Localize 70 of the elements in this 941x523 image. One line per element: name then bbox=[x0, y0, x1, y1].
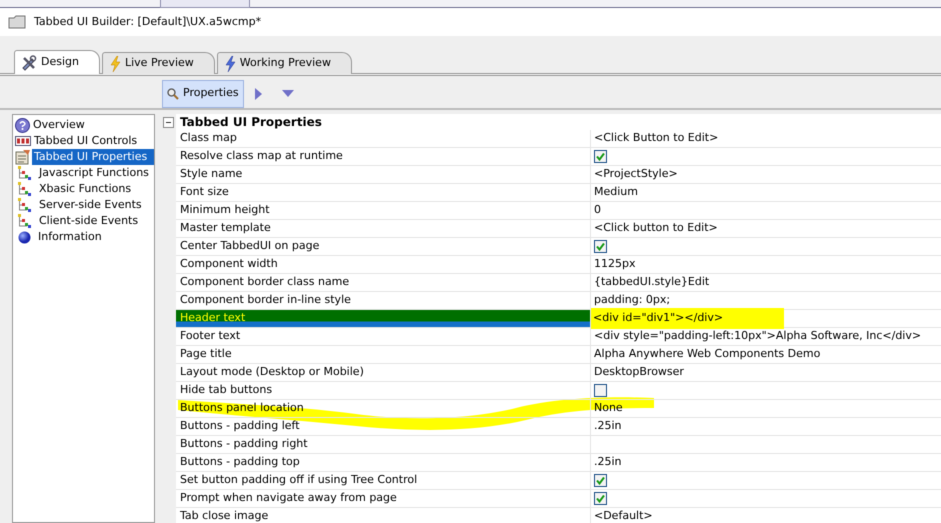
collapse-icon[interactable] bbox=[163, 117, 174, 128]
text-field-icon bbox=[15, 136, 31, 146]
property-name[interactable]: Style name bbox=[176, 166, 591, 184]
checkbox[interactable] bbox=[594, 492, 607, 505]
tree-icon bbox=[18, 182, 32, 196]
sidebar-item[interactable]: Tabbed UI Controls bbox=[32, 132, 140, 150]
property-name[interactable]: Master template bbox=[176, 220, 591, 238]
sidebar-item[interactable]: Server-side Events bbox=[37, 196, 144, 214]
property-value[interactable]: {tabbedUI.style}Edit bbox=[594, 274, 710, 291]
property-name[interactable]: Center TabbedUI on page bbox=[176, 238, 591, 256]
property-value[interactable]: .25in bbox=[594, 454, 622, 471]
sphere-icon bbox=[18, 230, 31, 244]
section-header: Tabbed UI Properties bbox=[179, 114, 322, 131]
highlighted-value[interactable]: <div id="div1"></div> bbox=[591, 308, 784, 329]
sidebar-item[interactable]: Overview bbox=[31, 116, 87, 134]
property-name[interactable]: Component border class name bbox=[176, 274, 591, 292]
property-value[interactable]: Medium bbox=[594, 184, 638, 201]
property-value[interactable]: <Default> bbox=[594, 508, 653, 523]
tab[interactable]: Live Preview bbox=[102, 52, 215, 74]
checkbox[interactable] bbox=[594, 150, 607, 163]
window-title: Tabbed UI Builder: [Default]\UX.a5wcmp* bbox=[34, 14, 262, 30]
property-name[interactable]: Header text bbox=[176, 310, 591, 328]
property-value[interactable]: 1125px bbox=[594, 256, 636, 273]
sidebar-item[interactable]: Information bbox=[36, 228, 104, 246]
lightning-icon bbox=[224, 56, 236, 72]
property-name[interactable]: Class map bbox=[176, 130, 591, 148]
property-name[interactable]: Tab close image bbox=[176, 508, 591, 523]
checkbox[interactable] bbox=[594, 240, 607, 253]
property-value[interactable]: DesktopBrowser bbox=[594, 364, 684, 381]
property-value[interactable]: 0 bbox=[594, 202, 601, 219]
tree-icon bbox=[18, 166, 32, 180]
folder-icon bbox=[8, 15, 26, 29]
lightning-icon bbox=[108, 56, 121, 72]
dropdown-icon[interactable] bbox=[282, 90, 294, 97]
help-icon bbox=[15, 118, 30, 132]
sidebar-item[interactable]: Client-side Events bbox=[37, 212, 140, 230]
sidebar-item[interactable]: Javascript Functions bbox=[37, 164, 151, 182]
property-name[interactable]: Footer text bbox=[176, 328, 591, 346]
tools-icon bbox=[21, 54, 37, 70]
property-name[interactable]: Set button padding off if using Tree Control bbox=[176, 472, 591, 490]
tab[interactable]: Working Preview bbox=[216, 52, 352, 74]
property-value[interactable]: padding: 0px; bbox=[594, 292, 670, 309]
property-name[interactable]: Font size bbox=[176, 184, 591, 202]
play-icon[interactable] bbox=[254, 88, 262, 100]
property-name[interactable]: Hide tab buttons bbox=[176, 382, 591, 400]
search-icon bbox=[167, 88, 179, 100]
property-name[interactable]: Prompt when navigate away from page bbox=[176, 490, 591, 508]
properties-icon bbox=[15, 149, 31, 165]
property-name[interactable]: Minimum height bbox=[176, 202, 591, 220]
property-value[interactable]: .25in bbox=[594, 418, 622, 435]
property-name[interactable]: Buttons - padding left bbox=[176, 418, 591, 436]
properties-button[interactable]: Properties bbox=[162, 80, 244, 108]
tab[interactable]: Design bbox=[14, 50, 100, 74]
checkbox[interactable] bbox=[594, 474, 607, 487]
property-value[interactable]: <Click Button to Edit> bbox=[594, 130, 718, 147]
property-value[interactable]: <div style="padding-left:10px">Alpha Software, Inc</div> bbox=[594, 328, 922, 345]
sidebar-item[interactable]: Xbasic Functions bbox=[37, 180, 134, 198]
sidebar-item[interactable]: Tabbed UI Properties bbox=[32, 148, 154, 166]
tree-icon bbox=[18, 214, 32, 228]
property-value[interactable]: <ProjectStyle> bbox=[594, 166, 678, 183]
property-value[interactable]: <Click button to Edit> bbox=[594, 220, 718, 237]
property-name[interactable]: Resolve class map at runtime bbox=[176, 148, 591, 166]
tree-icon bbox=[18, 198, 32, 212]
property-name[interactable]: Layout mode (Desktop or Mobile) bbox=[176, 364, 591, 382]
checkbox[interactable] bbox=[594, 384, 607, 397]
property-name[interactable]: Page title bbox=[176, 346, 591, 364]
property-name[interactable]: Buttons - padding right bbox=[176, 436, 591, 454]
property-name[interactable]: Buttons - padding top bbox=[176, 454, 591, 472]
property-value[interactable]: Alpha Anywhere Web Components Demo bbox=[594, 346, 820, 363]
property-name[interactable]: Component width bbox=[176, 256, 591, 274]
